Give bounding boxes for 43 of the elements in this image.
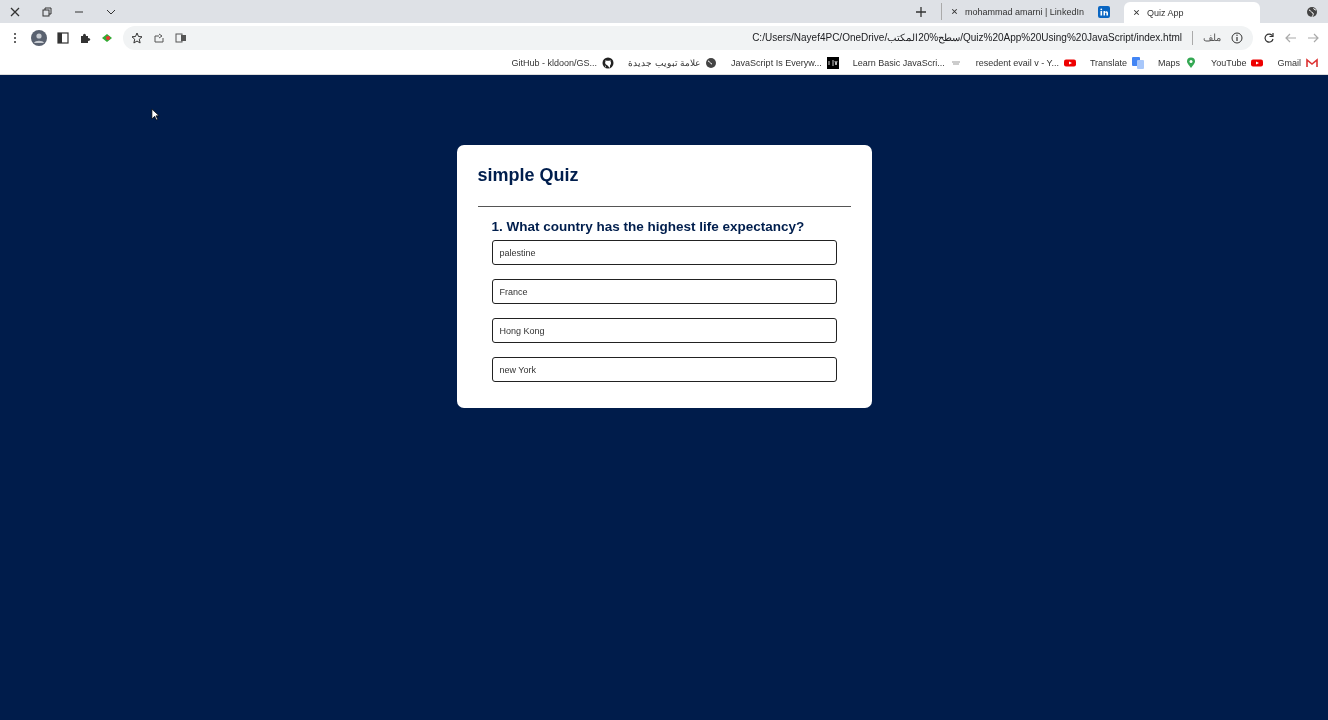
- bookmark-item[interactable]: علامة تبويب جديدة: [628, 57, 718, 69]
- bookmark-item[interactable]: JavaScript Is Everyw...: [731, 57, 839, 69]
- bookmark-item[interactable]: resedent evail v - Y...: [975, 57, 1076, 69]
- play-icon: [1251, 57, 1264, 69]
- map-pin-icon: [1185, 57, 1198, 69]
- globe-icon: [705, 57, 718, 69]
- dev-logo-icon: [826, 57, 839, 69]
- bookmark-item[interactable]: Gmail: [1277, 57, 1318, 69]
- globe-icon[interactable]: [1306, 5, 1318, 18]
- new-tab-icon[interactable]: [915, 5, 927, 18]
- bookmark-item[interactable]: Translate: [1089, 57, 1145, 69]
- answer-button[interactable]: palestine: [491, 240, 837, 265]
- url-text[interactable]: C:/Users/Nayef4PC/OneDrive/سطح%20المكتب/Quiz%20App%20Using%20JavaScript/index.html: [752, 32, 1182, 43]
- close-icon[interactable]: [9, 5, 21, 18]
- profile-avatar-icon[interactable]: [31, 29, 47, 46]
- star-icon[interactable]: [131, 31, 143, 44]
- reload-icon[interactable]: [1263, 31, 1275, 44]
- bookmark-item[interactable]: Learn Basic JavaScri...: [852, 57, 962, 69]
- bookmark-item[interactable]: YouTube: [1211, 57, 1264, 69]
- octocat-icon: [602, 57, 615, 69]
- quiz-title: simple Quiz: [477, 165, 580, 187]
- bookmark-item[interactable]: Maps: [1158, 57, 1198, 69]
- puzzle-icon[interactable]: [79, 31, 91, 44]
- translate-page-icon[interactable]: [175, 31, 187, 44]
- close-icon[interactable]: [1132, 8, 1141, 17]
- answer-button[interactable]: Hong Kong: [491, 318, 837, 343]
- info-icon[interactable]: [1231, 31, 1243, 44]
- bookmark-item[interactable]: GitHub - kldoon/GS...: [511, 57, 615, 69]
- close-icon[interactable]: [950, 7, 959, 16]
- side-panel-icon[interactable]: [57, 31, 69, 44]
- answer-button[interactable]: France: [491, 279, 837, 304]
- file-scheme-label: ملف: [1203, 32, 1221, 43]
- question-text: 1. What country has the highest life expectancy?: [491, 219, 806, 234]
- browser-tab[interactable]: Quiz App: [1124, 2, 1260, 23]
- play-icon: [1063, 57, 1076, 69]
- mouse-cursor-icon: [151, 108, 160, 121]
- restore-icon[interactable]: [41, 5, 53, 18]
- linkedin-icon: [1098, 5, 1110, 18]
- share-icon[interactable]: [153, 31, 165, 44]
- envelope-icon: [1306, 57, 1318, 69]
- browser-tab[interactable]: mohammad amarni | LinkedIn: [941, 3, 1118, 20]
- answer-button[interactable]: new York: [491, 357, 837, 382]
- translate-icon: [1132, 57, 1145, 69]
